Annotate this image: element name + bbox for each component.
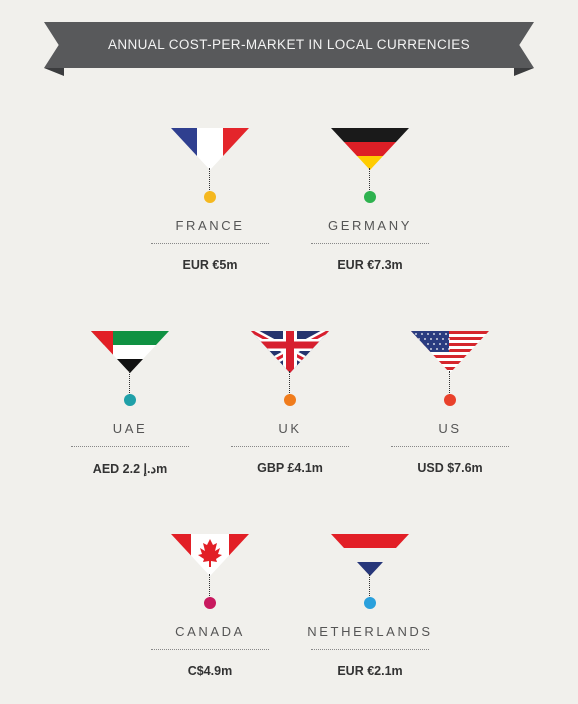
country-label: NETHERLANDS: [307, 624, 433, 639]
dotted-rule: [151, 649, 269, 650]
cost-value: EUR €7.3m: [337, 258, 403, 272]
germany-flag-icon: [331, 128, 409, 170]
country-label: CANADA: [175, 624, 245, 639]
pin-stem: [369, 574, 370, 598]
cost-value: EUR €2.1m: [337, 664, 403, 678]
cost-value: USD $7.6m: [417, 461, 483, 475]
dotted-rule: [311, 649, 429, 650]
pin-dot: [284, 394, 296, 406]
uk-flag-icon: [251, 331, 329, 373]
cost-value: C$4.9m: [187, 664, 233, 678]
country-label: FRANCE: [175, 218, 245, 233]
country-label: UK: [278, 421, 302, 436]
pin-stem: [449, 371, 450, 395]
market-uk: UK GBP £4.1m: [230, 331, 350, 491]
market-france: FRANCE EUR €5m: [150, 128, 270, 288]
banner-fold-left: [44, 68, 64, 76]
cost-value: GBP £4.1m: [257, 461, 323, 475]
dotted-rule: [151, 243, 269, 244]
pin-stem: [129, 371, 130, 395]
cost-value: EUR €5m: [182, 258, 238, 272]
dotted-rule: [311, 243, 429, 244]
pin-stem: [209, 168, 210, 192]
pin-dot: [204, 191, 216, 203]
pin-dot: [364, 597, 376, 609]
us-flag-icon: [411, 331, 489, 373]
country-label: US: [438, 421, 462, 436]
chart-title: ANNUAL COST-PER-MARKET IN LOCAL CURRENCI…: [107, 37, 471, 52]
netherlands-flag-icon: [331, 534, 409, 576]
france-flag-icon: [171, 128, 249, 170]
banner-fold-right: [514, 68, 534, 76]
pin-dot: [204, 597, 216, 609]
country-label: GERMANY: [328, 218, 412, 233]
pin-dot: [444, 394, 456, 406]
pin-dot: [364, 191, 376, 203]
pin-stem: [209, 574, 210, 598]
canada-flag-icon: [171, 534, 249, 576]
market-netherlands: NETHERLANDS EUR €2.1m: [307, 534, 430, 694]
cost-value: AED د.إ 2.2m: [92, 462, 168, 476]
uae-flag-icon: [91, 331, 169, 373]
pin-dot: [124, 394, 136, 406]
market-canada: CANADA C$4.9m: [150, 534, 270, 694]
market-us: US USD $7.6m: [390, 331, 510, 491]
dotted-rule: [231, 446, 349, 447]
market-uae: UAE AED د.إ 2.2m: [70, 331, 190, 491]
market-germany: GERMANY EUR €7.3m: [310, 128, 430, 288]
dotted-rule: [71, 446, 189, 447]
country-label: UAE: [112, 421, 148, 436]
pin-stem: [289, 371, 290, 395]
title-banner: ANNUAL COST-PER-MARKET IN LOCAL CURRENCI…: [44, 22, 534, 76]
pin-stem: [369, 168, 370, 192]
dotted-rule: [391, 446, 509, 447]
